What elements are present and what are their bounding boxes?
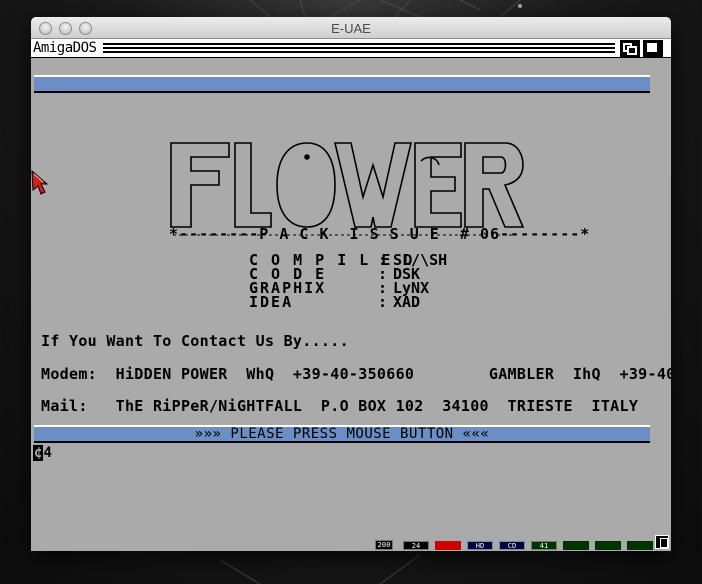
shell-prompt[interactable]: ¢4 bbox=[33, 445, 52, 461]
led-fps: 200 bbox=[371, 540, 397, 550]
amiga-screen[interactable]: AmigaDOS *--------P A C K I S S U E # 06… bbox=[31, 39, 671, 551]
credit-row: IDEA : XAD bbox=[249, 293, 421, 311]
resize-grip-icon[interactable] bbox=[655, 535, 669, 549]
credit-role: IDEA bbox=[249, 293, 294, 311]
mail-line: Mail: ThE RiPPeR/NiGHTFALL P.O BOX 102 3… bbox=[41, 397, 639, 415]
window-title: E-UAE bbox=[331, 21, 371, 36]
led-df2 bbox=[595, 541, 621, 550]
led-df1 bbox=[563, 541, 589, 550]
led-df3 bbox=[627, 541, 653, 550]
shell-cursor: ¢ bbox=[33, 445, 44, 461]
contact-intro: If You Want To Contact Us By..... bbox=[41, 332, 349, 350]
amigados-title-bar[interactable]: AmigaDOS bbox=[31, 39, 671, 58]
press-mouse-prompt: »»» PLEASE PRESS MOUSE BUTTON ««« bbox=[194, 426, 490, 442]
led-cd: CD bbox=[499, 541, 525, 550]
led-power bbox=[435, 541, 461, 550]
window-titlebar[interactable]: E-UAE bbox=[31, 17, 671, 39]
depth-front-button[interactable] bbox=[643, 40, 663, 57]
depth-back-button[interactable] bbox=[620, 40, 640, 57]
mouse-pointer-icon bbox=[31, 170, 49, 195]
top-blue-band bbox=[34, 75, 650, 93]
title-bar-drag-stripes[interactable] bbox=[103, 43, 615, 53]
modem-line: Modem: HiDDEN POWER WhQ +39-40-350660 GA… bbox=[41, 365, 671, 383]
press-mouse-band[interactable]: »»» PLEASE PRESS MOUSE BUTTON ««« bbox=[34, 425, 650, 443]
led-hd: HD bbox=[467, 541, 493, 550]
credit-name: XAD bbox=[393, 293, 421, 311]
led-cpu: 24 bbox=[403, 541, 429, 550]
emulator-window: E-UAE AmigaDOS *--------P A C K I S S U … bbox=[31, 17, 671, 551]
screen-title: AmigaDOS bbox=[33, 40, 97, 56]
credits-block: C O M P I L E D : SL/\SH C O D E : DSK G… bbox=[249, 252, 479, 311]
led-df0: 41 bbox=[531, 541, 557, 550]
issue-line: *--------P A C K I S S U E # 06--------* bbox=[169, 225, 591, 243]
